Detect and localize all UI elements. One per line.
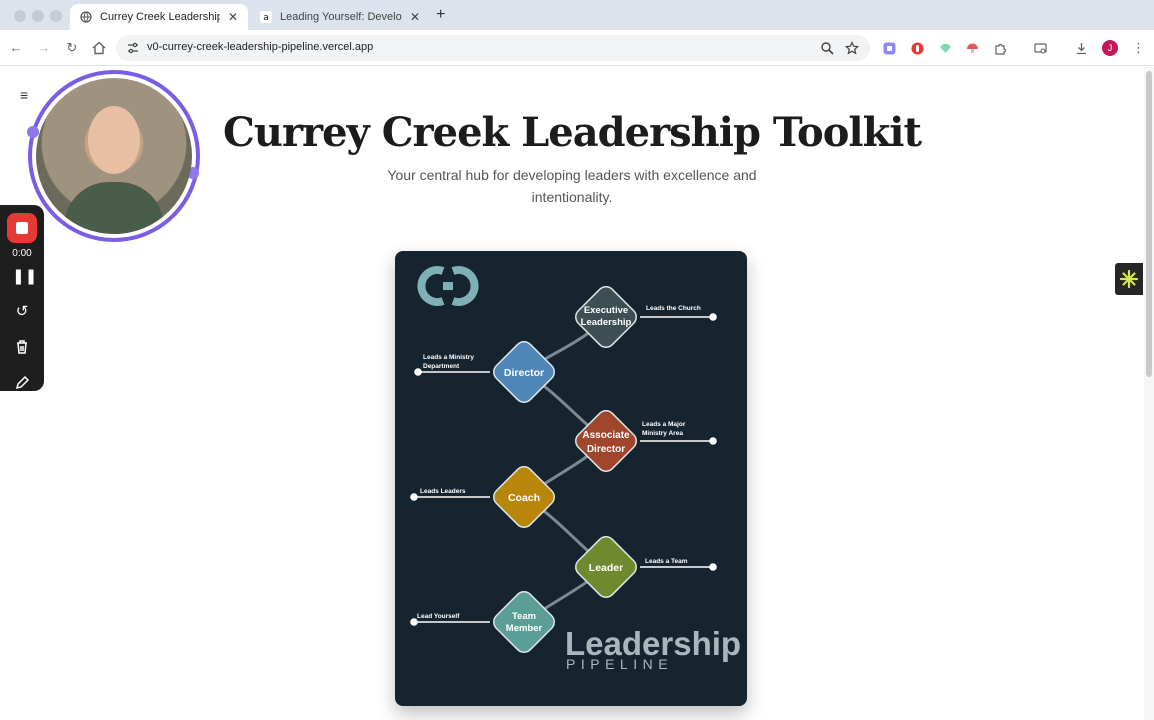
extension-mushroom-icon[interactable] xyxy=(966,42,979,55)
webcam-bubble[interactable] xyxy=(36,78,192,234)
pipeline-brand-subtitle: PIPELINE xyxy=(566,656,673,672)
node-label: Team xyxy=(512,611,536,622)
tab-currey-creek[interactable]: Currey Creek Leadership Too ✕ xyxy=(70,4,248,30)
bookmark-star-icon[interactable] xyxy=(845,41,859,55)
extensions-puzzle-icon[interactable] xyxy=(994,42,1007,55)
browser-toolbar: ← → ↻ v0-currey-creek-leadership-pipelin… xyxy=(0,30,1154,66)
floating-helper-widget[interactable] xyxy=(1115,263,1143,295)
extension-gem-icon[interactable] xyxy=(939,42,952,55)
trash-icon[interactable] xyxy=(12,337,32,357)
node-label: Coach xyxy=(508,492,540,504)
pipeline-node-associate-director[interactable]: Associate Director xyxy=(572,407,640,475)
tab-title: Currey Creek Leadership Too xyxy=(100,11,220,23)
node-description: Leads a Ministry xyxy=(423,354,474,361)
cc-logo-icon: CC xyxy=(417,266,479,306)
svg-text:a: a xyxy=(263,13,269,23)
pipeline-node-director[interactable]: Director xyxy=(490,338,558,406)
webcam-person-shirt xyxy=(64,182,164,234)
webcam-person-face xyxy=(88,106,140,174)
stop-recording-button[interactable] xyxy=(7,213,37,243)
pipeline-node-leader[interactable]: Leader xyxy=(572,533,640,601)
pipeline-node-team-member[interactable]: Team Member xyxy=(490,588,558,656)
recording-timer: 0:00 xyxy=(12,248,32,259)
url-text: v0-currey-creek-leadership-pipeline.verc… xyxy=(147,41,374,53)
tab-title: Leading Yourself: Developing xyxy=(280,11,402,23)
site-settings-icon[interactable] xyxy=(126,41,140,55)
minimize-window-button[interactable] xyxy=(32,10,44,22)
close-tab-icon[interactable]: ✕ xyxy=(410,10,420,24)
tab-strip: Currey Creek Leadership Too ✕ a Leading … xyxy=(0,0,1154,30)
pipeline-node-coach[interactable]: Coach xyxy=(490,463,558,531)
download-icon[interactable] xyxy=(1075,42,1088,55)
sparkle-icon xyxy=(1119,269,1139,289)
node-label: Director xyxy=(587,444,625,455)
node-label: Associate xyxy=(582,430,630,441)
node-label: Executive xyxy=(584,305,628,316)
home-icon[interactable] xyxy=(90,39,108,57)
back-icon[interactable]: ← xyxy=(7,39,25,57)
node-description: Leads the Church xyxy=(646,305,701,312)
node-description: Ministry Area xyxy=(642,430,683,437)
leadership-pipeline-card[interactable]: CC Executive Leadership Director Associa… xyxy=(395,251,747,706)
new-tab-button[interactable]: + xyxy=(436,6,445,24)
webcam-resize-handle[interactable] xyxy=(27,126,39,138)
node-label: Director xyxy=(504,367,544,379)
tab-leading-yourself[interactable]: a Leading Yourself: Developing ✕ xyxy=(250,4,430,30)
leadership-pipeline-diagram: CC Executive Leadership Director Associa… xyxy=(410,266,741,672)
node-description: Leads a Team xyxy=(645,558,688,565)
extension-red-icon[interactable] xyxy=(911,42,924,55)
profile-avatar[interactable]: J xyxy=(1102,40,1118,56)
zoom-icon[interactable] xyxy=(820,41,834,55)
reload-icon[interactable]: ↻ xyxy=(63,39,81,57)
page-scrollbar[interactable] xyxy=(1144,67,1154,720)
maximize-window-button[interactable] xyxy=(50,10,62,22)
restart-icon[interactable]: ↺ xyxy=(12,302,32,322)
node-label: Leader xyxy=(589,562,623,574)
node-description: Leads a Major xyxy=(642,421,686,428)
close-window-button[interactable] xyxy=(14,10,26,22)
node-label: Leadership xyxy=(581,317,632,328)
pipeline-node-executive[interactable]: Executive Leadership xyxy=(572,283,640,351)
address-bar[interactable]: v0-currey-creek-leadership-pipeline.verc… xyxy=(116,35,870,61)
close-tab-icon[interactable]: ✕ xyxy=(228,10,238,24)
amazon-icon: a xyxy=(260,11,272,23)
forward-icon[interactable]: → xyxy=(35,39,53,57)
recorder-controls: 0:00 ❚❚ ↺ xyxy=(0,205,44,391)
scrollbar-thumb[interactable] xyxy=(1146,71,1152,377)
pause-icon[interactable]: ❚❚ xyxy=(12,267,37,287)
menu-icon[interactable]: ≡ xyxy=(20,87,28,103)
globe-icon xyxy=(80,11,92,23)
browser-menu-icon[interactable]: ⋮ xyxy=(1132,40,1145,56)
extension-purple-icon[interactable] xyxy=(883,42,896,55)
node-label: Member xyxy=(506,623,543,634)
page-subtitle: Your central hub for developing leaders … xyxy=(387,167,757,205)
node-description: Leads Leaders xyxy=(420,488,466,495)
tab-search-icon[interactable] xyxy=(1034,42,1047,55)
node-description: Department xyxy=(423,363,460,370)
node-description: Lead Yourself xyxy=(417,613,460,620)
pen-icon[interactable] xyxy=(12,373,32,393)
